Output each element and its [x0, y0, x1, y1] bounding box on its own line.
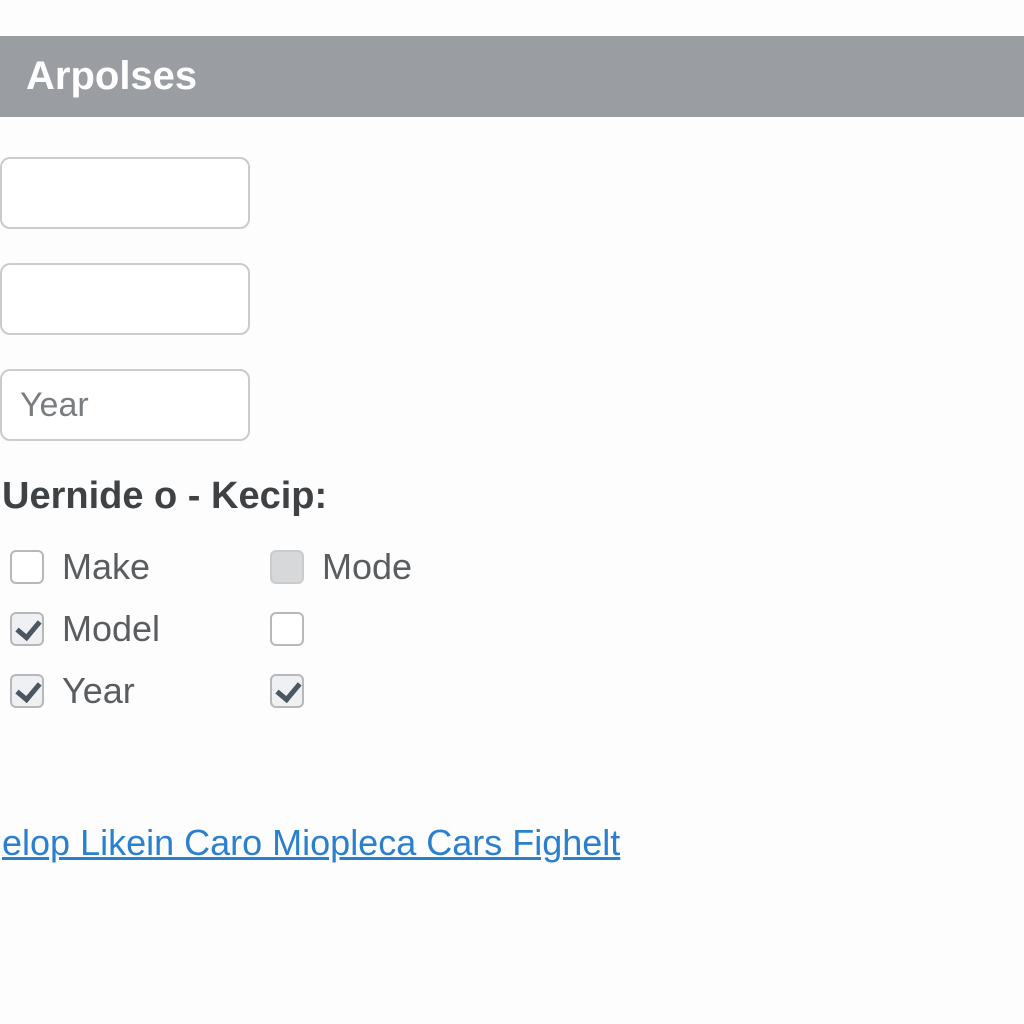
checkbox-row3-b[interactable]: [270, 674, 304, 708]
checkbox-mode-label: Mode: [322, 546, 412, 588]
text-input-2[interactable]: [0, 263, 250, 335]
checkbox-model[interactable]: [10, 612, 44, 646]
checkbox-row2-b[interactable]: [270, 612, 304, 646]
checkbox-row-2: Model: [0, 608, 1024, 650]
header-bar: Arpolses: [0, 36, 1024, 117]
checkbox-row-1: Make Mode: [0, 546, 1024, 588]
checkbox-model-label: Model: [62, 608, 160, 650]
checkbox-section-label: Uernide o - Kecip:: [0, 475, 1024, 518]
checkbox-year-label: Year: [62, 670, 135, 712]
checkbox-year[interactable]: [10, 674, 44, 708]
checkbox-make-label: Make: [62, 546, 150, 588]
year-input[interactable]: [0, 369, 250, 441]
checkbox-row-3: Year: [0, 670, 1024, 712]
checkbox-make[interactable]: [10, 550, 44, 584]
header-title: Arpolses: [26, 54, 197, 98]
footer-link-wrap: elop Likein Caro Miopleca Cars Fighelt: [0, 822, 1024, 864]
text-input-1[interactable]: [0, 157, 250, 229]
footer-link[interactable]: elop Likein Caro Miopleca Cars Fighelt: [2, 822, 620, 863]
form-area: Uernide o - Kecip: Make Mode Model Year: [0, 117, 1024, 864]
checkbox-mode-disabled: [270, 550, 304, 584]
